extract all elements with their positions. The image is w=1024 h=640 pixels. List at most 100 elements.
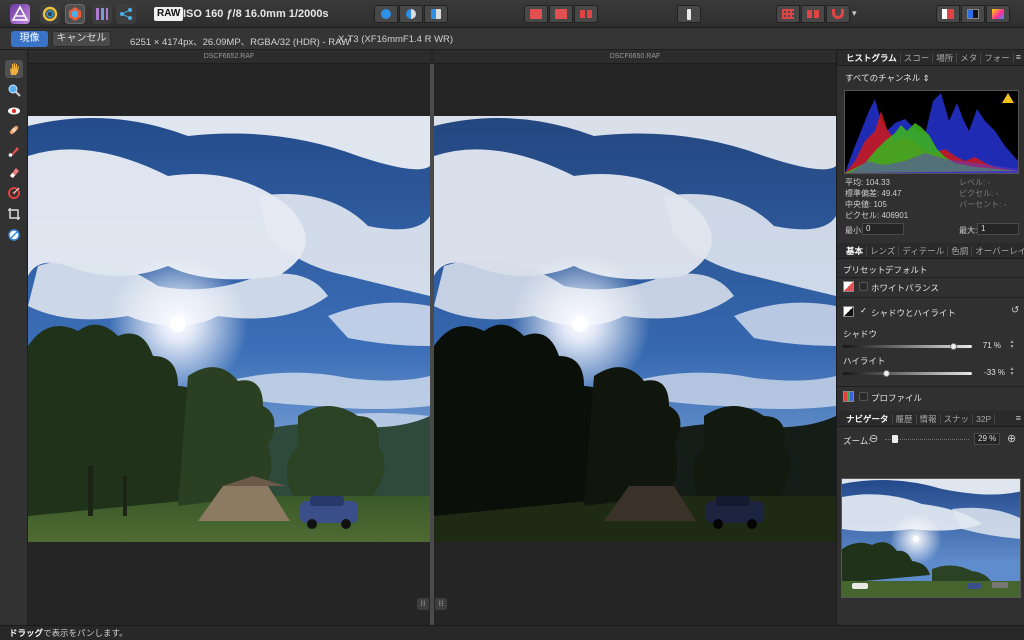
export-persona-icon[interactable] [116, 4, 136, 24]
zoom-value[interactable]: 29 % [974, 433, 1000, 445]
zoom-tool[interactable] [5, 81, 23, 99]
reset-icon[interactable]: ↺ [1011, 305, 1019, 316]
highlight-slider[interactable] [843, 372, 972, 375]
highlight-value[interactable]: -33 % [975, 367, 1005, 379]
eye-icon [8, 107, 20, 115]
clip-highlights-icon [555, 9, 567, 19]
snapping-button[interactable] [826, 5, 850, 23]
tab-32p[interactable]: 32P [973, 413, 996, 424]
tab-history[interactable]: 履歴 [893, 413, 917, 424]
snapping-group [776, 5, 850, 23]
channel-dropdown[interactable]: すべてのチャンネル ⇕ [845, 72, 930, 84]
affinity-photo-logo-icon[interactable] [10, 4, 30, 24]
develop-tabs: 基本 レンズ ディテール 色調 オーバーレイ [837, 243, 1024, 259]
snapping-dropdown-icon[interactable]: ▾ [852, 8, 857, 19]
min-field[interactable]: 0 [862, 223, 904, 235]
shadows-highlights-label[interactable]: シャドウとハイライト [871, 307, 956, 319]
before-photo[interactable] [434, 116, 836, 542]
blemish-tool[interactable] [5, 121, 23, 139]
cancel-button[interactable]: キャンセル [52, 31, 111, 47]
shadow-label: シャドウ [843, 329, 878, 339]
crop-tool[interactable] [5, 205, 23, 223]
max-field[interactable]: 1 [977, 223, 1019, 235]
shadows-highlights-checkbox[interactable]: ✓ [859, 307, 868, 316]
highlight-stepper-icon[interactable]: ▲ ▼ [1009, 367, 1015, 378]
overlay-button[interactable] [801, 5, 825, 23]
zoom-in-icon[interactable]: ⊕ [1007, 432, 1016, 445]
clip-tones-button[interactable] [574, 5, 598, 23]
status-text: で表示をパンします。 [43, 628, 128, 638]
after-photo[interactable] [28, 116, 430, 542]
clip-highlights-button[interactable] [549, 5, 573, 23]
navigator-preview[interactable] [841, 478, 1021, 598]
tab-overlays[interactable]: オーバーレイ [972, 246, 1024, 256]
split-view-button[interactable] [399, 5, 423, 23]
separator [837, 386, 1024, 387]
show-clipped-shadows-button[interactable] [961, 5, 985, 23]
split-view-icon [406, 9, 416, 19]
eyedropper-icon [8, 229, 20, 241]
white-balance-checkbox[interactable] [859, 282, 868, 291]
clip-shadows-button[interactable] [524, 5, 548, 23]
overlay-icon [807, 10, 819, 18]
single-view-button[interactable] [374, 5, 398, 23]
separator [837, 297, 1024, 298]
magnifier-icon [8, 84, 21, 97]
overlay-gradient-tool[interactable] [5, 184, 23, 202]
profile-label[interactable]: プロファイル [871, 392, 922, 404]
photo-persona-icon[interactable] [40, 4, 60, 24]
tab-snapshots[interactable]: スナッ [941, 413, 974, 424]
bandage-icon [9, 125, 19, 135]
eraser-icon [10, 168, 19, 178]
assistant-button[interactable] [677, 5, 701, 23]
shadow-value[interactable]: 71 % [975, 340, 1001, 352]
develop-button[interactable]: 現像 [11, 31, 48, 47]
left-pane-menu-icon[interactable]: ⁝⁝ [417, 598, 429, 610]
view-tool[interactable] [5, 60, 23, 78]
overlay-paint-tool[interactable] [5, 142, 23, 160]
clipped-tones-icon [992, 9, 1004, 19]
red-eye-tool[interactable] [5, 102, 23, 120]
white-balance-label[interactable]: ホワイトバランス [871, 282, 939, 294]
white-balance-icon [843, 281, 854, 292]
white-balance-tool[interactable] [5, 226, 23, 244]
shadow-slider-knob[interactable] [949, 343, 957, 350]
histogram-menu-icon[interactable]: ≡ [1016, 52, 1021, 62]
mirror-view-button[interactable] [424, 5, 448, 23]
clipping-group [524, 5, 598, 23]
tab-histogram[interactable]: ヒストグラム [843, 52, 901, 63]
tab-navigator[interactable]: ナビゲータ [843, 413, 893, 424]
histogram-graph [844, 90, 1019, 174]
zoom-out-icon[interactable]: ⊖ [869, 432, 878, 445]
tab-scope[interactable]: スコー [901, 52, 934, 63]
show-clipped-tones-button[interactable] [986, 5, 1010, 23]
tab-info[interactable]: 情報 [917, 413, 941, 424]
tools-panel [0, 50, 28, 625]
develop-persona-icon[interactable] [65, 4, 85, 24]
show-clipped-highlights-button[interactable] [936, 5, 960, 23]
target-icon [8, 187, 20, 199]
tab-detail[interactable]: ディテール [899, 245, 949, 256]
stat-percent: パーセント: - [959, 200, 1007, 209]
tone-mapping-persona-icon[interactable] [92, 4, 112, 24]
stat-level-pixels: ピクセル: - [959, 189, 999, 198]
right-pane-menu-icon[interactable]: ⁝⁝ [435, 598, 447, 610]
shadows-highlights-icon [843, 306, 854, 317]
tab-tones[interactable]: 色調 [948, 245, 973, 256]
highlight-slider-knob[interactable] [882, 370, 890, 377]
preset-dropdown[interactable]: デフォルト [885, 264, 928, 276]
tab-lens[interactable]: レンズ [867, 245, 900, 256]
canvas-area[interactable]: DSCF6652.RAF DSCF6650.RAF ⁝⁝ ⁝⁝ [28, 50, 836, 625]
zoom-slider-knob[interactable] [892, 435, 898, 443]
brush-icon [8, 147, 19, 157]
tab-metadata[interactable]: メタ [957, 52, 982, 63]
histogram-tabs: ヒストグラム スコー 場所 メタ フォー ≡ [837, 50, 1024, 66]
grid-button[interactable] [776, 5, 800, 23]
shadow-stepper-icon[interactable]: ▲ ▼ [1009, 340, 1015, 351]
overlay-erase-tool[interactable] [5, 163, 23, 181]
profile-checkbox[interactable] [859, 392, 868, 401]
tab-basic[interactable]: 基本 [843, 245, 868, 256]
tab-location[interactable]: 場所 [933, 52, 958, 63]
tab-focus[interactable]: フォー [981, 52, 1014, 63]
navigator-menu-icon[interactable]: ≡ [1016, 413, 1021, 423]
